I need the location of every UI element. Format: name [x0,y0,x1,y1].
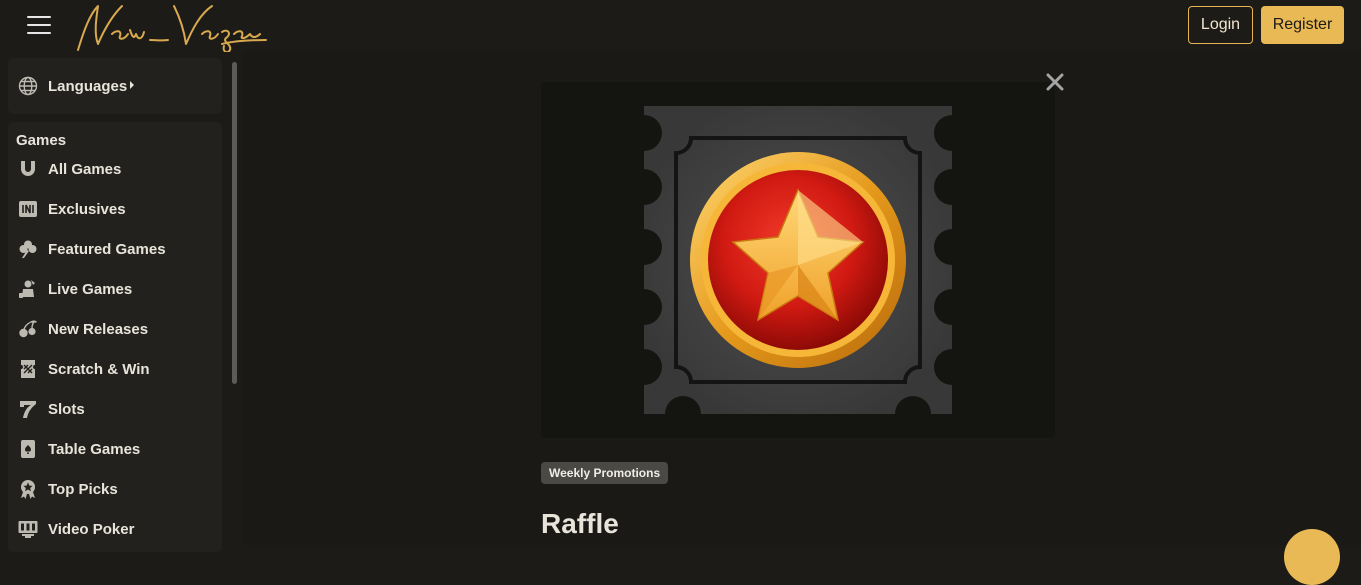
sidebar-item-label: Scratch & Win [48,360,150,378]
sidebar-item-label: Slots [48,400,85,418]
new-vegas-logo[interactable] [72,0,272,56]
sidebar-item-label: Table Games [48,440,141,458]
promo-category-badge: Weekly Promotions [541,462,669,484]
games-panel: Games All Games Exclusives Featured Game… [8,122,222,552]
horseshoe-icon [21,161,35,176]
sidebar-item-top-picks[interactable]: Top Picks [18,477,118,501]
globe-icon [18,76,38,96]
sidebar-item-featured-games[interactable]: Featured Games [18,237,166,261]
languages-label: Languages [48,77,128,95]
close-icon[interactable] [1043,70,1067,94]
caret-right-icon [130,81,135,89]
sidebar-item-label: New Releases [48,320,149,338]
register-button[interactable]: Register [1261,6,1344,44]
raffle-star-ticket-icon [644,106,952,414]
sidebar-item-scratch-win[interactable]: Scratch & Win [18,357,150,381]
sidebar-item-label: Exclusives [48,200,126,218]
sidebar-item-video-poker[interactable]: Video Poker [18,517,134,541]
sidebar-item-label: Top Picks [48,480,118,498]
seven-icon [20,401,36,418]
scratch-ticket-icon [21,360,35,378]
promo-image [541,82,1055,438]
chat-support-button[interactable] [1284,529,1340,585]
games-heading: Games [16,132,67,149]
sidebar-item-exclusives[interactable]: Exclusives [18,197,126,221]
sidebar-item-label: All Games [48,160,122,178]
award-icon [21,480,35,499]
clover-icon [19,240,37,258]
cherries-icon [19,320,37,338]
promo-title: Raffle [541,508,619,539]
video-poker-icon [18,521,38,538]
top-bar: Login Register [0,0,1361,54]
sidebar-scrollbar-thumb[interactable] [232,62,237,384]
sidebar-item-new-releases[interactable]: New Releases [18,317,148,341]
languages-menu[interactable]: Languages [18,75,135,97]
login-button[interactable]: Login [1188,6,1253,44]
sidebar-item-label: Video Poker [48,520,135,538]
sidebar-item-label: Featured Games [48,240,166,258]
sidebar-item-slots[interactable]: Slots [18,397,85,421]
live-dealer-icon [19,280,35,298]
sidebar-item-all-games[interactable]: All Games [18,157,121,181]
playing-card-icon [21,440,35,458]
languages-panel: Languages [8,58,222,114]
sidebar-item-label: Live Games [48,280,133,298]
sidebar-item-live-games[interactable]: Live Games [18,277,132,301]
hamburger-menu-icon[interactable] [27,14,51,36]
sidebar-item-table-games[interactable]: Table Games [18,437,140,461]
exclusives-icon [19,201,37,217]
